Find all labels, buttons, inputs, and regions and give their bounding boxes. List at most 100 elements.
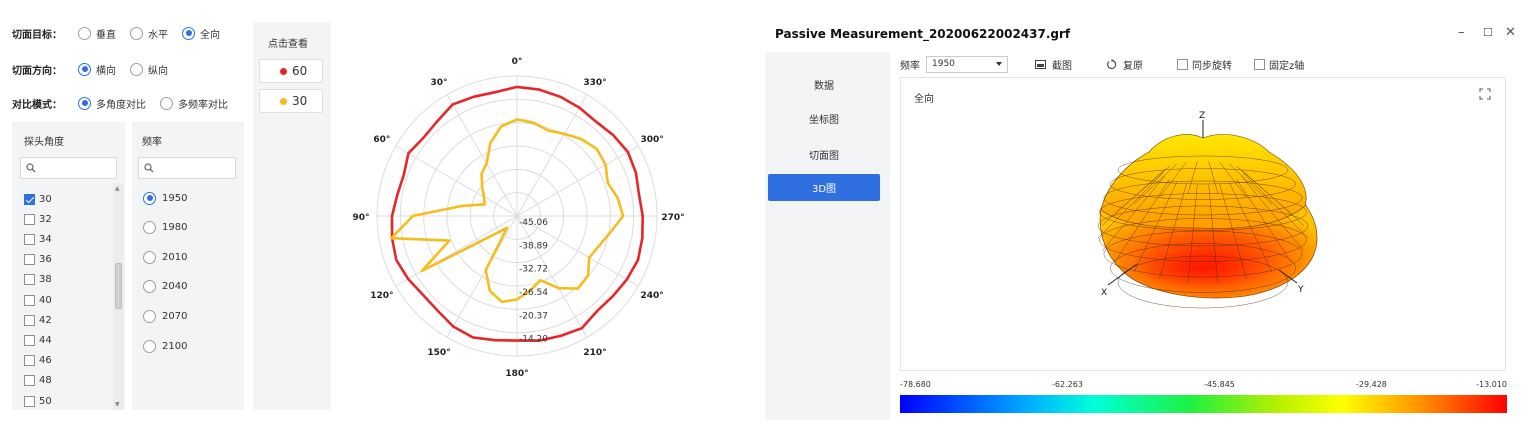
legend-label: 30 [292, 94, 308, 108]
radio-circle [78, 62, 91, 76]
radio-label: 多频率对比 [178, 99, 228, 111]
radio-circle [143, 250, 156, 264]
radio-circle [78, 26, 91, 40]
frequency-label: 2040 [162, 281, 188, 293]
radio-horizontal[interactable]: 水平 [130, 26, 168, 41]
radio-transverse[interactable]: 横向 [78, 62, 116, 77]
checkbox-box [24, 375, 35, 387]
screenshot-label: 截图 [1052, 60, 1072, 72]
radio-circle [130, 26, 143, 40]
checkbox-box [24, 233, 35, 245]
polar-chart: 0° 30° 60° 90° 120° 150° 180° 210° 240° 270° 300° 3… [352, 57, 684, 379]
polar-radial-tick: -45.06 [519, 218, 548, 228]
probe-angle-item[interactable]: 44 [24, 333, 52, 347]
colorbar-label: -62.263 [1052, 380, 1083, 389]
polar-angle-label: 210° [583, 348, 606, 358]
polar-angle-label: 150° [427, 348, 450, 358]
checkbox-box [1254, 58, 1265, 70]
frequency-item[interactable]: 2070 [143, 308, 187, 324]
frequency-item[interactable]: 2010 [143, 249, 187, 265]
z-axis-label: Z [1199, 111, 1205, 121]
fullscreen-icon[interactable] [1479, 88, 1491, 100]
frequency-label: 1950 [162, 192, 188, 204]
probe-angle-item[interactable]: 40 [24, 293, 52, 307]
minimize-icon[interactable]: – [1458, 25, 1465, 40]
polar-angle-label: 240° [640, 291, 663, 301]
close-icon[interactable]: ✕ [1505, 25, 1516, 40]
nav-3d-plot[interactable]: 3D图 [768, 174, 880, 201]
probe-angle-item[interactable]: 50 [24, 394, 52, 408]
probe-angle-item[interactable]: 46 [24, 354, 52, 368]
checkbox-box [24, 294, 35, 306]
polar-angle-label: 330° [583, 78, 606, 88]
checkbox-box [24, 193, 35, 205]
radio-vertical[interactable]: 垂直 [78, 26, 116, 41]
measurement-window: Passive Measurement_20200622002437.grf –… [765, 10, 1525, 425]
radio-circle [143, 339, 156, 353]
polar-angle-label: 270° [661, 213, 684, 223]
nav-data[interactable]: 数据 [768, 71, 880, 98]
window-title: Passive Measurement_20200622002437.grf [775, 27, 1071, 41]
3d-plot-area[interactable]: 全向 Z X Y [900, 77, 1506, 371]
nav-section-plot[interactable]: 切面图 [768, 141, 880, 168]
radio-multi-freq[interactable]: 多频率对比 [160, 96, 228, 111]
probe-angle-label: 38 [39, 274, 52, 286]
probe-angle-item[interactable]: 36 [24, 253, 52, 267]
probe-angle-label: 34 [39, 233, 52, 245]
sync-rotate-checkbox[interactable]: 同步旋转 [1177, 57, 1232, 72]
polar-radial-tick: -38.89 [519, 241, 548, 251]
3d-radiation-pattern: Z X Y [1097, 111, 1318, 309]
section-target-label: 切面目标： [12, 29, 62, 41]
frequency-search-field[interactable] [159, 160, 229, 176]
frequency-label: 1980 [162, 222, 188, 234]
probe-angle-label: 30 [39, 193, 52, 205]
reset-label: 复原 [1123, 60, 1143, 72]
nav-coordinate-plot[interactable]: 坐标图 [768, 105, 880, 132]
checkbox-box [24, 274, 35, 286]
probe-angle-label: 44 [39, 334, 52, 346]
radio-multi-angle[interactable]: 多角度对比 [78, 96, 146, 111]
frequency-label: 2100 [162, 340, 188, 352]
polar-grid-spoke [395, 145, 518, 217]
legend-label: 60 [292, 64, 308, 78]
frequency-item[interactable]: 2100 [143, 338, 187, 354]
fix-z-axis-checkbox[interactable]: 固定z轴 [1254, 57, 1304, 72]
radio-omni[interactable]: 全向 [182, 26, 220, 41]
probe-angle-item[interactable]: 42 [24, 313, 52, 327]
frequency-item[interactable]: 1950 [143, 190, 187, 206]
probe-list-scrollbar[interactable]: ▲ ▼ [113, 183, 124, 410]
radio-circle [143, 309, 156, 323]
frequency-select[interactable]: 1950 [926, 55, 1008, 73]
probe-angle-label: 36 [39, 254, 52, 266]
radio-circle [143, 191, 156, 205]
frequency-search-input[interactable] [138, 157, 236, 179]
legend-item-30[interactable]: 30 [259, 89, 323, 113]
screenshot-button[interactable]: 截图 [1035, 57, 1072, 72]
probe-angle-item[interactable]: 32 [24, 212, 52, 226]
scroll-thumb[interactable] [115, 263, 122, 309]
polar-angle-label: 30° [430, 78, 447, 88]
radio-longitudinal[interactable]: 纵向 [130, 62, 168, 77]
reset-icon [1107, 58, 1117, 69]
polar-grid-spoke [516, 94, 588, 217]
scroll-up-icon[interactable]: ▲ [115, 185, 120, 192]
colorbar [900, 395, 1507, 413]
frequency-item[interactable]: 2040 [143, 279, 187, 295]
legend-item-60[interactable]: 60 [259, 59, 323, 83]
polar-angle-label: 180° [505, 369, 528, 379]
probe-angle-label: 48 [39, 375, 52, 387]
frequency-label: 2010 [162, 251, 188, 263]
probe-angle-item[interactable]: 48 [24, 374, 52, 388]
probe-angle-item[interactable]: 38 [24, 273, 52, 287]
polar-angle-label: 120° [370, 291, 393, 301]
probe-search-input[interactable] [20, 157, 117, 179]
scroll-down-icon[interactable]: ▼ [115, 401, 120, 408]
reset-button[interactable]: 复原 [1106, 57, 1143, 72]
probe-search-field[interactable] [41, 160, 111, 176]
probe-angle-item[interactable]: 34 [24, 232, 52, 246]
maximize-icon[interactable]: ☐ [1483, 26, 1493, 39]
frequency-select-value: 1950 [932, 59, 955, 69]
probe-angle-item[interactable]: 30 [24, 192, 52, 206]
legend-header: 点击查看 [268, 39, 308, 50]
frequency-item[interactable]: 1980 [143, 220, 187, 236]
